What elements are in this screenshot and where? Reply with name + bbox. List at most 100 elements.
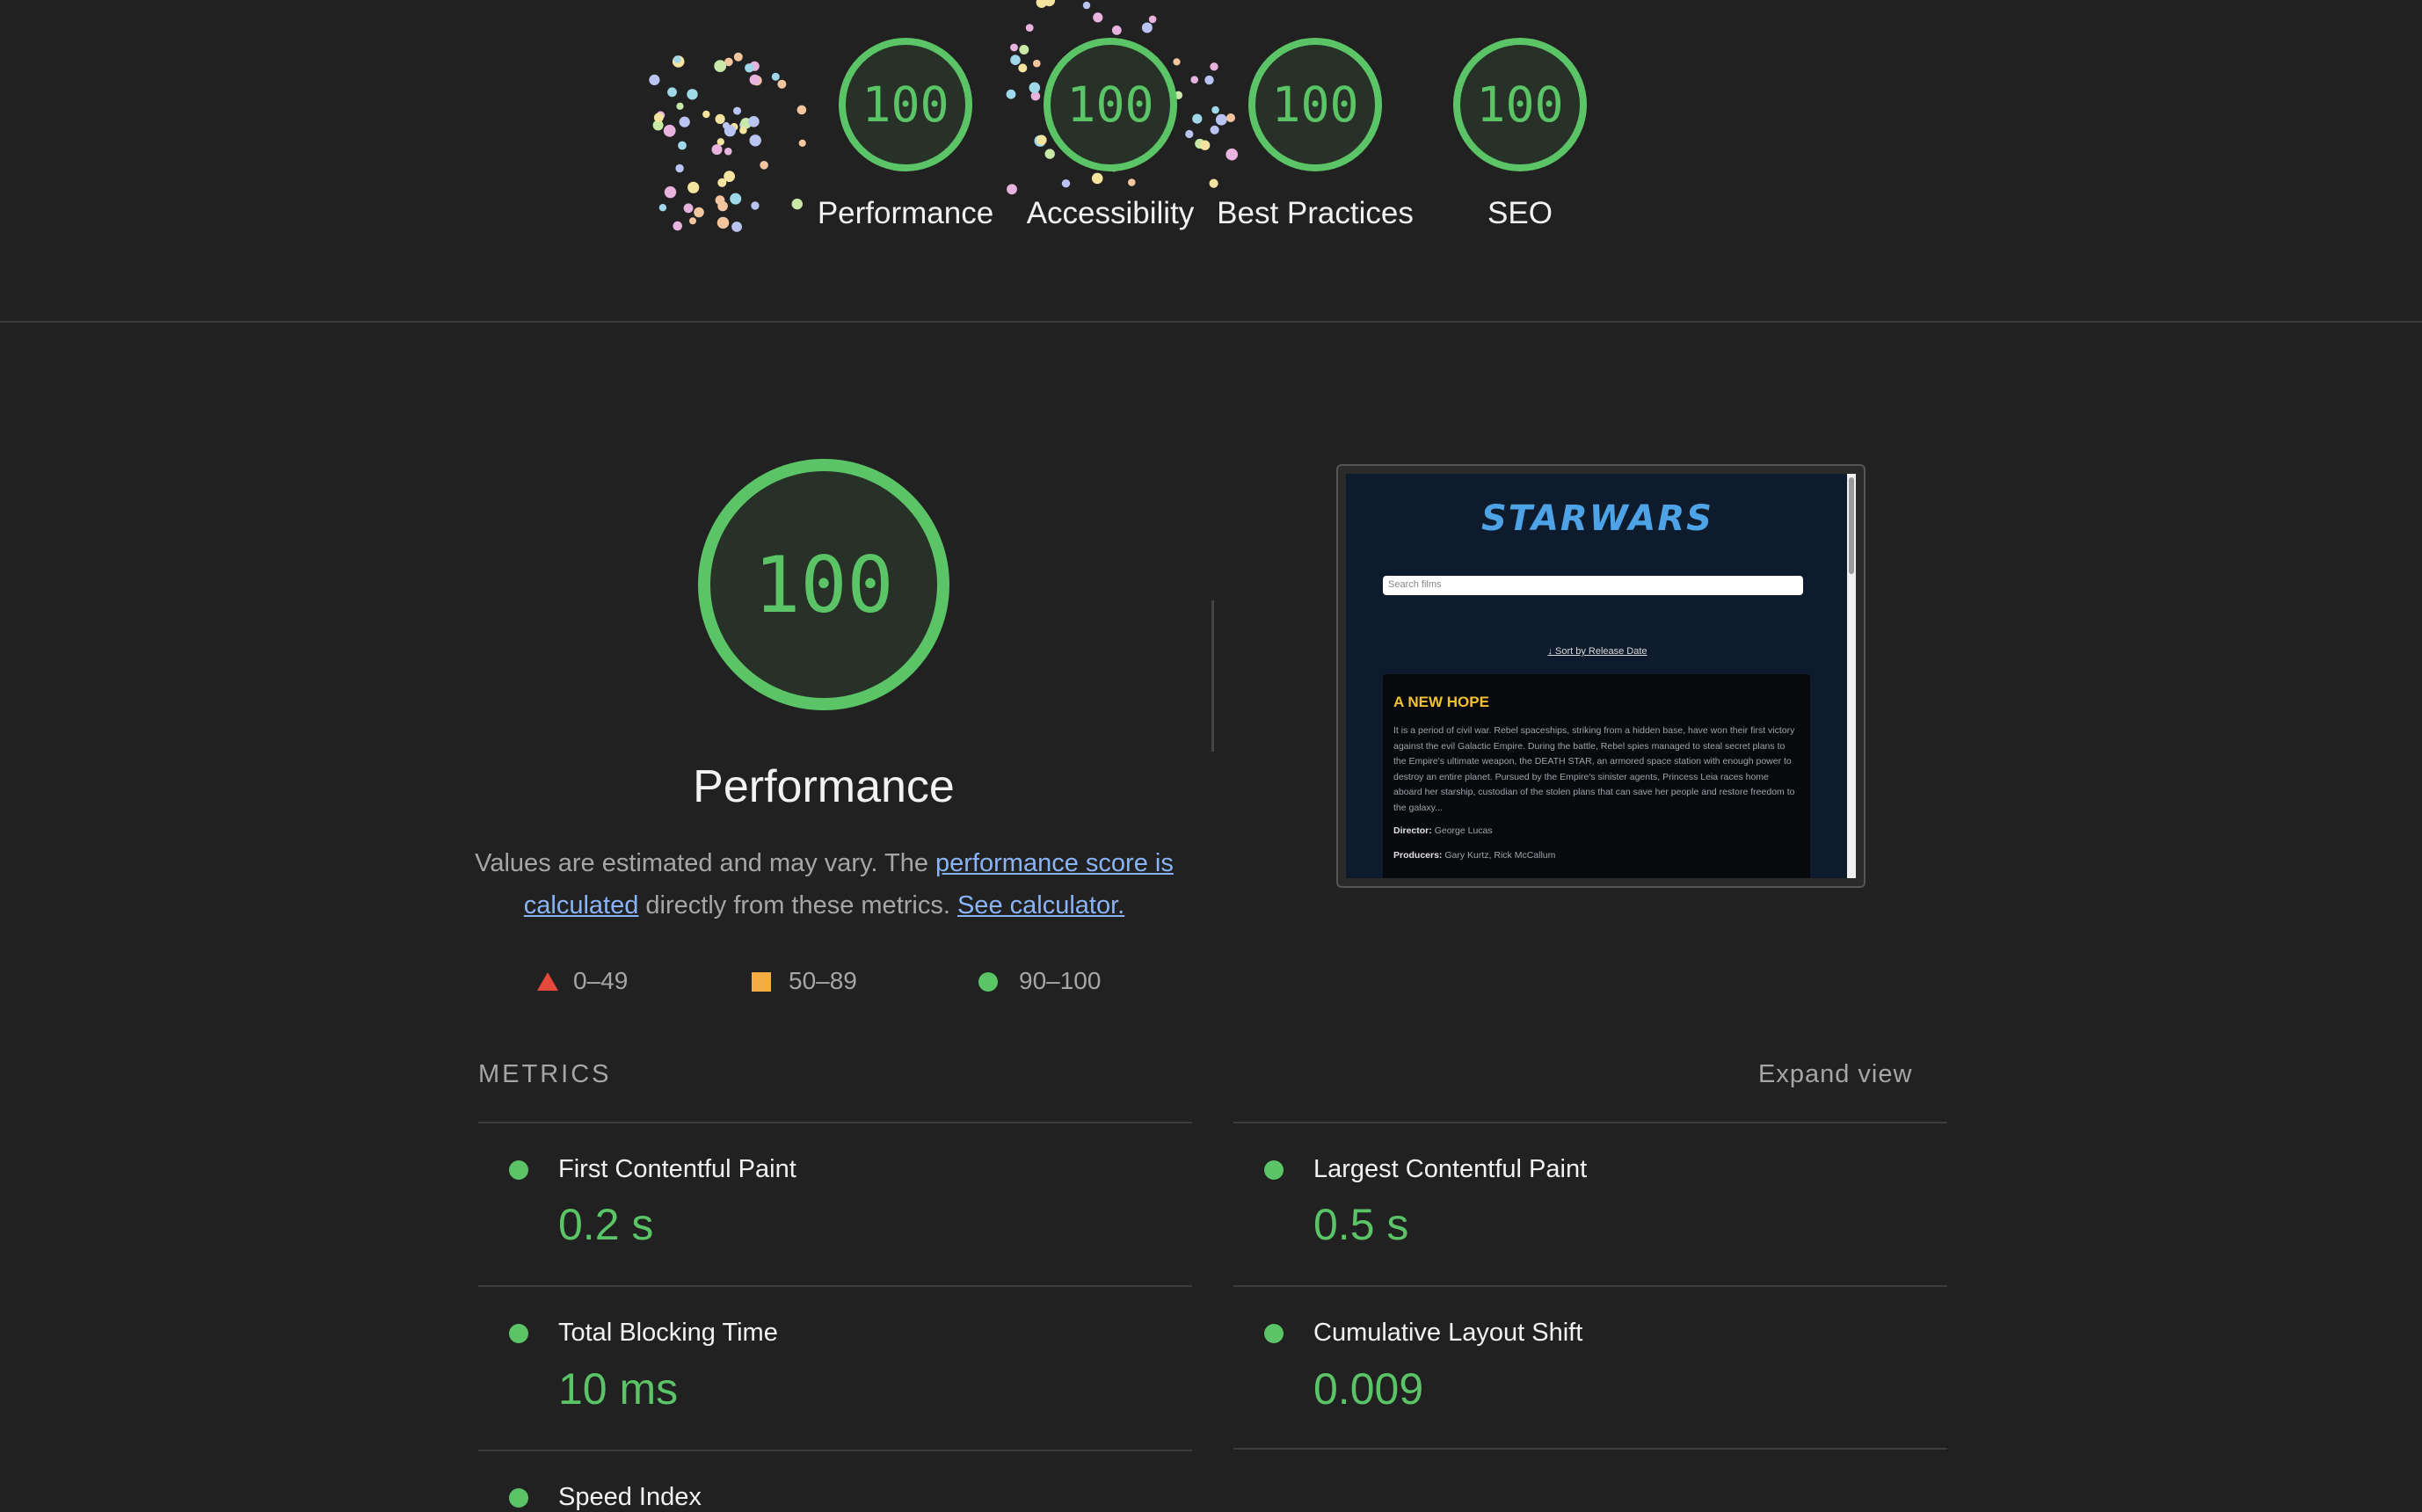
confetti-dot xyxy=(745,63,754,73)
confetti-dot xyxy=(679,116,690,127)
accessibility-category-label[interactable]: Accessibility xyxy=(996,193,1225,235)
confetti-dot xyxy=(724,147,732,156)
confetti-dot xyxy=(678,141,687,150)
pass-icon xyxy=(509,1324,528,1343)
confetti-dot xyxy=(733,106,741,115)
producers-value: Gary Kurtz, Rick McCallum xyxy=(1444,850,1556,861)
confetti-dot xyxy=(687,89,698,100)
confetti-dot xyxy=(749,134,761,147)
confetti-dot xyxy=(1199,140,1211,150)
confetti-dot xyxy=(1226,113,1235,122)
confetti-dot xyxy=(676,102,684,110)
confetti-dot xyxy=(1185,129,1194,139)
performance-main-gauge: 100 xyxy=(698,459,949,710)
confetti-dot xyxy=(716,216,730,229)
confetti-dot xyxy=(1010,55,1021,65)
metric-value-cls: 0.009 xyxy=(1313,1364,1424,1414)
confetti-dot xyxy=(1036,0,1047,8)
performance-score: 100 xyxy=(862,76,949,133)
metric-name-si: Speed Index xyxy=(558,1483,702,1511)
confetti-dot xyxy=(1210,125,1219,134)
performance-category-label[interactable]: Performance xyxy=(791,193,1020,235)
seo-category-label[interactable]: SEO xyxy=(1406,193,1634,235)
confetti-dot xyxy=(1033,59,1041,68)
director-value: George Lucas xyxy=(1434,825,1493,836)
confetti-dot xyxy=(714,60,727,72)
seo-score: 100 xyxy=(1476,76,1564,133)
confetti-dot xyxy=(1093,12,1103,23)
legend-fail-range: 0–49 xyxy=(573,967,629,994)
starwars-logo: STARWARS xyxy=(1480,498,1713,539)
screenshot-search-input: Search films xyxy=(1383,576,1803,595)
accessibility-score: 100 xyxy=(1066,76,1154,133)
desc-text-1: Values are estimated and may vary. The xyxy=(475,849,936,877)
confetti-dot xyxy=(702,110,710,119)
confetti-dot xyxy=(798,139,806,147)
confetti-dot xyxy=(733,52,743,62)
confetti-dot xyxy=(1091,172,1103,185)
confetti-dot xyxy=(1209,178,1218,188)
film-title: A NEW HOPE xyxy=(1393,694,1489,710)
desc-text-2: directly from these metrics. xyxy=(638,891,957,920)
seo-score-gauge[interactable]: 100 xyxy=(1453,38,1587,171)
expand-view-button[interactable]: Expand view xyxy=(1758,1060,1912,1089)
metrics-divider xyxy=(478,1285,1192,1287)
confetti-dot xyxy=(796,105,807,115)
confetti-dot xyxy=(1019,45,1029,55)
confetti-dot xyxy=(1211,105,1219,114)
metric-name-lcp: Largest Contentful Paint xyxy=(1313,1155,1588,1183)
confetti-dot xyxy=(724,125,736,137)
performance-score-gauge[interactable]: 100 xyxy=(839,38,972,171)
director-label: Director: xyxy=(1393,825,1432,836)
performance-title: Performance xyxy=(693,761,955,812)
pass-icon xyxy=(509,1488,528,1508)
header-divider xyxy=(0,321,2422,323)
legend-fail: 0–49 xyxy=(536,967,628,995)
confetti-dot xyxy=(1148,15,1157,24)
confetti-dot xyxy=(675,164,684,173)
pass-icon xyxy=(1264,1324,1284,1343)
confetti-dot xyxy=(1173,58,1181,66)
best-practices-score-gauge[interactable]: 100 xyxy=(1248,38,1382,171)
section-vertical-separator xyxy=(1211,600,1214,752)
confetti-dot xyxy=(1210,62,1218,71)
accessibility-score-gauge[interactable]: 100 xyxy=(1044,38,1177,171)
metrics-divider xyxy=(478,1450,1192,1451)
confetti-dot xyxy=(1082,1,1091,10)
metrics-divider xyxy=(478,1122,1192,1123)
screenshot-page: STARWARS Search films ↓ Sort by Release … xyxy=(1346,474,1856,878)
metrics-divider xyxy=(1233,1448,1947,1450)
confetti-dot xyxy=(749,74,760,85)
legend-pass: 90–100 xyxy=(978,967,1101,995)
green-circle-icon xyxy=(978,972,998,992)
confetti-dot xyxy=(653,113,664,123)
film-crawl: It is a period of civil war. Rebel space… xyxy=(1393,725,1795,813)
confetti-dot xyxy=(683,203,694,214)
confetti-dot xyxy=(1192,113,1203,124)
confetti-dot xyxy=(1006,89,1016,99)
confetti-dot xyxy=(1141,22,1153,33)
confetti-dot xyxy=(1190,76,1198,84)
metric-name-tbt: Total Blocking Time xyxy=(558,1319,778,1347)
confetti-dot xyxy=(1215,113,1227,126)
confetti-dot xyxy=(777,79,787,89)
performance-description: Values are estimated and may vary. The p… xyxy=(448,842,1200,927)
best-practices-category-label[interactable]: Best Practices xyxy=(1201,193,1429,235)
legend-pass-range: 90–100 xyxy=(1019,967,1102,994)
confetti-dot xyxy=(716,138,724,146)
confetti-dot xyxy=(748,116,760,127)
best-practices-score: 100 xyxy=(1271,76,1359,133)
confetti-dot xyxy=(730,193,742,205)
legend-average-range: 50–89 xyxy=(789,967,857,994)
confetti-dot xyxy=(771,72,780,81)
final-screenshot[interactable]: STARWARS Search films ↓ Sort by Release … xyxy=(1336,464,1866,888)
confetti-dot xyxy=(717,200,728,212)
performance-main-score: 100 xyxy=(753,539,894,630)
confetti-dot xyxy=(731,222,742,232)
red-triangle-icon xyxy=(537,972,558,991)
orange-square-icon xyxy=(752,972,771,992)
see-calculator-link[interactable]: See calculator. xyxy=(957,891,1124,920)
screenshot-sort-link: ↓ Sort by Release Date xyxy=(1547,646,1647,657)
confetti-dot xyxy=(687,181,700,193)
confetti-dot xyxy=(1029,82,1041,94)
